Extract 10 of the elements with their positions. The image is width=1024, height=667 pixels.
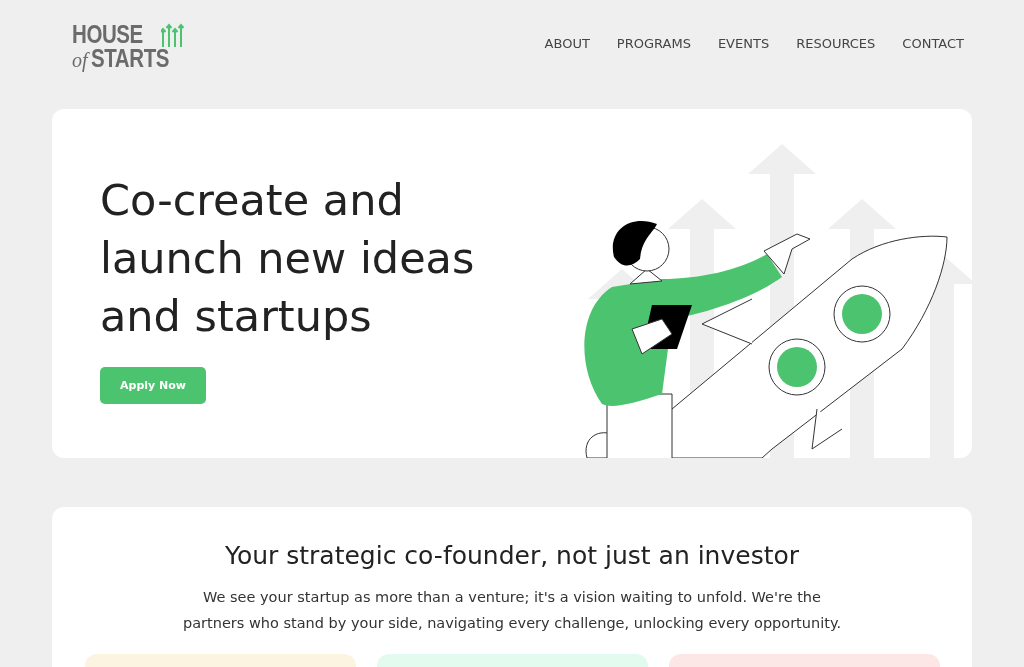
rising-arrows-icon xyxy=(161,22,186,47)
house-of-starts-logo[interactable]: HOUSE ofSTARTS xyxy=(72,22,186,71)
nav-link[interactable]: RESOURCES xyxy=(796,36,876,51)
hero-heading: Co-create and launch new ideas and startups xyxy=(100,174,476,343)
section-description: We see your startup as more than a venture; it's a vision waiting to unfold. We're the partners who stand by your side, navigating every challenge, unlocking every opportunity. xyxy=(182,588,842,633)
nav-link[interactable]: PROGRAMS xyxy=(616,36,691,51)
section-heading: Your strategic co-founder, not just an investor xyxy=(224,541,800,570)
nav-link[interactable]: EVENTS xyxy=(717,36,770,51)
nav-link[interactable]: CONTACT xyxy=(902,36,964,51)
nav-link[interactable]: ABOUT xyxy=(544,36,590,51)
